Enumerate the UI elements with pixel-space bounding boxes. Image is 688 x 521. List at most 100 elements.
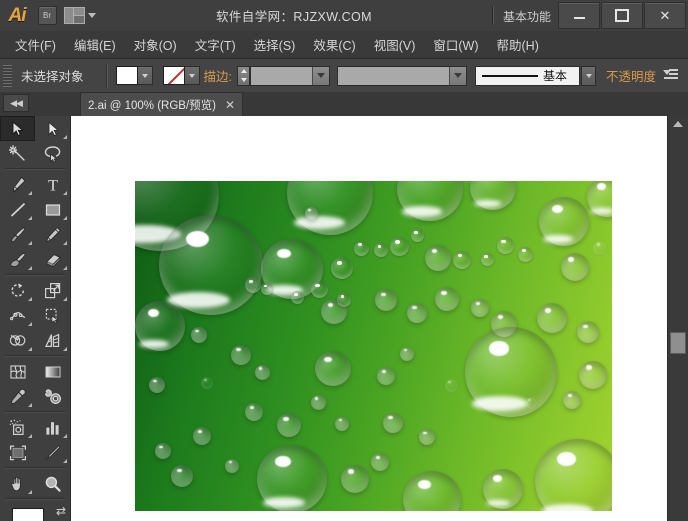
paintbrush-icon <box>10 226 25 242</box>
toolbox-grid-6 <box>0 471 70 496</box>
selection-status-label: 未选择对象 <box>21 70 84 84</box>
selection-tool[interactable] <box>0 116 35 141</box>
opacity-label[interactable]: 不透明度 <box>606 66 656 85</box>
fill-dropdown-button[interactable] <box>137 66 153 85</box>
hand-tool[interactable] <box>0 471 35 496</box>
water-droplet <box>311 395 326 410</box>
stroke-profile-combo[interactable] <box>337 65 467 86</box>
lasso-tool[interactable] <box>35 141 70 166</box>
water-droplet <box>335 417 349 431</box>
menu-item-file[interactable]: 文件(F) <box>6 31 65 58</box>
free-transform-tool[interactable] <box>35 303 70 328</box>
width-tool[interactable] <box>0 303 35 328</box>
arrange-documents-button[interactable] <box>60 0 100 31</box>
water-droplet <box>305 207 318 220</box>
document-tab[interactable]: 2.ai @ 100% (RGB/预览) ✕ <box>80 92 244 116</box>
chevron-down-icon[interactable] <box>449 66 466 85</box>
stroke-color-control[interactable] <box>162 66 200 85</box>
menu-item-object[interactable]: 对象(O) <box>125 31 186 58</box>
close-button[interactable]: ✕ <box>644 2 686 29</box>
illustrator-window: Ai Br 软件自学网：RJZXW.COM 基本功能 ✕ 文件(F) 编辑(E)… <box>0 0 688 521</box>
width-icon <box>9 311 25 320</box>
workspace-switcher-label[interactable]: 基本功能 <box>503 8 551 25</box>
menu-item-edit[interactable]: 编辑(E) <box>65 31 125 58</box>
water-droplet <box>245 403 263 421</box>
chevron-down-icon[interactable] <box>312 66 329 85</box>
water-droplet <box>315 351 351 386</box>
scale-tool[interactable] <box>35 278 70 303</box>
water-droplet <box>497 237 514 254</box>
eraser-tool[interactable] <box>35 247 70 272</box>
menu-item-select[interactable]: 选择(S) <box>245 31 305 58</box>
lasso-icon <box>44 145 60 162</box>
scroll-up-arrow-icon[interactable] <box>668 116 688 132</box>
menu-item-effect[interactable]: 效果(C) <box>304 31 364 58</box>
eraser-icon <box>45 253 61 268</box>
water-droplet <box>471 299 489 317</box>
water-droplet <box>403 471 461 511</box>
line-segment-tool[interactable] <box>0 197 35 222</box>
document-canvas[interactable] <box>71 116 668 521</box>
blend-tool[interactable] <box>35 384 70 409</box>
eyedropper-tool[interactable] <box>0 384 35 409</box>
direct-selection-tool[interactable] <box>35 116 70 141</box>
toolbox-fill-swatch[interactable] <box>12 508 44 521</box>
ai-logo-icon: Ai <box>8 4 27 26</box>
menu-item-help[interactable]: 帮助(H) <box>488 31 548 58</box>
stroke-weight-stepper[interactable] <box>237 65 250 86</box>
column-graph-tool[interactable] <box>35 415 70 440</box>
vertical-scroll-thumb[interactable] <box>670 332 686 354</box>
pencil-icon <box>45 226 61 242</box>
brush-definition-value: 基本 <box>543 69 568 83</box>
bridge-button[interactable]: Br <box>34 0 60 31</box>
svg-text:T: T <box>48 177 58 194</box>
artboard-tool[interactable] <box>0 440 35 465</box>
toolbox-divider <box>5 168 65 170</box>
rotate-tool[interactable] <box>0 278 35 303</box>
mesh-tool[interactable] <box>0 359 35 384</box>
titlebar-divider <box>492 6 494 25</box>
brush-definition-combo[interactable]: 基本 <box>475 65 580 86</box>
paintbrush-tool[interactable] <box>0 222 35 247</box>
stroke-swatch[interactable] <box>162 66 185 85</box>
water-droplet <box>375 289 397 311</box>
pen-tool[interactable] <box>0 172 35 197</box>
water-droplet <box>483 469 523 509</box>
water-droplet <box>445 379 458 392</box>
menu-item-view[interactable]: 视图(V) <box>365 31 425 58</box>
menu-item-type[interactable]: 文字(T) <box>186 31 245 58</box>
menu-item-window[interactable]: 窗口(W) <box>424 31 487 58</box>
water-droplet <box>135 301 185 351</box>
shape-builder-tool[interactable] <box>0 328 35 353</box>
document-tab-label: 2.ai @ 100% (RGB/预览) <box>88 99 216 112</box>
blob-brush-tool[interactable] <box>0 247 35 272</box>
panel-menu-icon[interactable] <box>663 69 678 81</box>
slice-tool[interactable] <box>35 440 70 465</box>
zoom-tool[interactable] <box>35 471 70 496</box>
pencil-tool[interactable] <box>35 222 70 247</box>
magic-wand-tool[interactable] <box>0 141 35 166</box>
minimize-button[interactable] <box>558 2 600 29</box>
gradient-tool[interactable] <box>35 359 70 384</box>
type-tool[interactable]: T <box>35 172 70 197</box>
maximize-button[interactable] <box>601 2 643 29</box>
water-droplet <box>171 465 193 487</box>
brush-dropdown-button[interactable] <box>581 65 596 86</box>
close-icon[interactable]: ✕ <box>225 99 235 111</box>
vertical-scrollbar[interactable] <box>667 116 688 521</box>
collapse-panels-button[interactable]: ◀◀ <box>3 94 29 112</box>
control-bar-grip[interactable] <box>3 64 12 87</box>
stroke-dropdown-button[interactable] <box>184 66 200 85</box>
swap-fill-stroke-icon[interactable]: ⇄ <box>56 505 66 517</box>
green-water-droplets-photo[interactable] <box>135 181 612 511</box>
rectangle-tool[interactable] <box>35 197 70 222</box>
water-droplet <box>231 345 251 365</box>
fill-swatch[interactable] <box>115 66 138 85</box>
fill-color-control[interactable] <box>115 66 153 85</box>
water-droplet <box>245 277 261 293</box>
free-transform-icon <box>45 308 59 323</box>
stroke-weight-combo[interactable] <box>250 65 330 86</box>
symbol-sprayer-tool[interactable] <box>0 415 35 440</box>
water-droplet <box>407 303 427 323</box>
perspective-grid-tool[interactable] <box>35 328 70 353</box>
